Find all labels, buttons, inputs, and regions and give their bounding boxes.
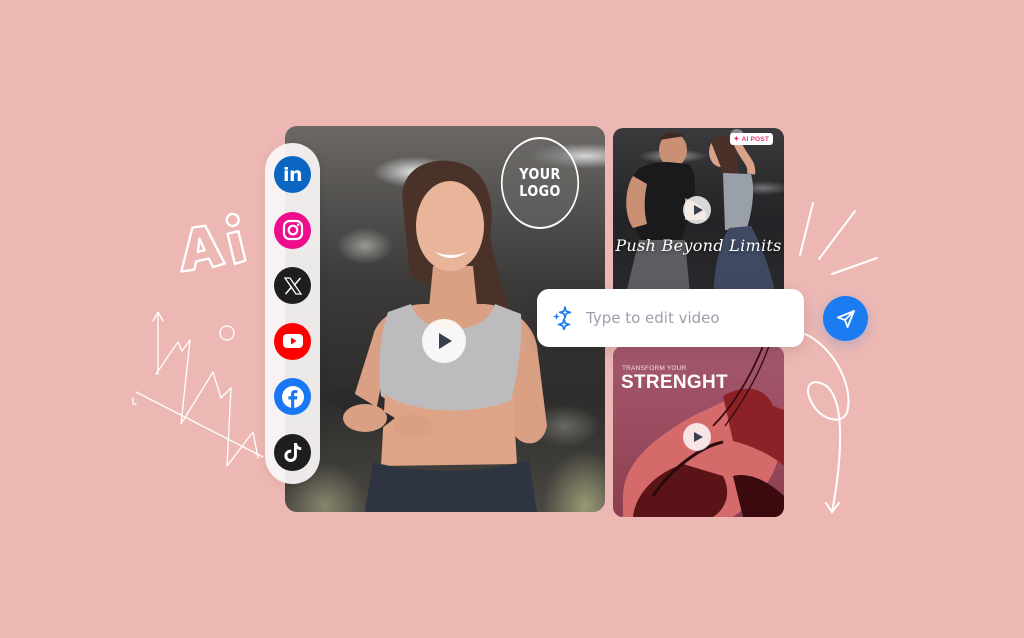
your-logo-badge: YOUR LOGO xyxy=(500,137,580,229)
youtube-icon xyxy=(282,334,303,349)
chart-doodle-icon xyxy=(131,311,264,467)
card-headline: STRENGHT xyxy=(621,372,728,393)
bottom-card-play-button[interactable] xyxy=(683,423,711,451)
social-tiktok-button[interactable] xyxy=(274,433,311,471)
ai-sparkle-icon xyxy=(553,306,572,330)
ai-post-label: AI POST xyxy=(741,135,769,143)
ai-post-sparkle-icon: ✦ xyxy=(733,136,740,143)
logo-line-2: LOGO xyxy=(519,182,561,200)
video-card-transform-strength[interactable]: TRANSFORM YOUR STRENGHT xyxy=(613,346,784,517)
send-prompt-button[interactable] xyxy=(823,296,868,341)
send-icon xyxy=(836,309,855,328)
social-platforms-bar: in xyxy=(265,143,320,484)
social-instagram-button[interactable] xyxy=(274,211,311,249)
edit-video-input[interactable] xyxy=(586,309,786,327)
play-icon xyxy=(693,432,703,442)
x-icon xyxy=(283,277,302,295)
main-video-play-button[interactable] xyxy=(422,319,466,363)
loop-arrow-doodle-icon xyxy=(804,333,850,514)
ai-doodle-icon xyxy=(180,212,247,273)
play-icon xyxy=(439,333,452,349)
linkedin-icon: in xyxy=(282,163,303,186)
logo-line-1: YOUR xyxy=(519,165,561,183)
social-linkedin-button[interactable]: in xyxy=(274,156,311,193)
card-caption: Push Beyond Limits xyxy=(615,236,782,255)
social-youtube-button[interactable] xyxy=(274,322,311,360)
social-facebook-button[interactable] xyxy=(274,378,311,416)
tiktok-icon xyxy=(283,443,301,463)
social-x-button[interactable] xyxy=(274,267,311,305)
instagram-icon xyxy=(282,219,303,241)
ai-post-badge: ✦ AI POST xyxy=(729,133,773,145)
top-card-play-button[interactable] xyxy=(683,196,711,224)
facebook-icon xyxy=(281,385,304,408)
edit-video-prompt xyxy=(537,289,804,347)
burst-doodle-icon xyxy=(799,202,878,275)
video-card-push-beyond-limits[interactable]: ✦ AI POST Push Beyond Limits xyxy=(613,128,784,306)
play-icon xyxy=(693,205,703,215)
card-kicker: TRANSFORM YOUR xyxy=(622,365,687,372)
